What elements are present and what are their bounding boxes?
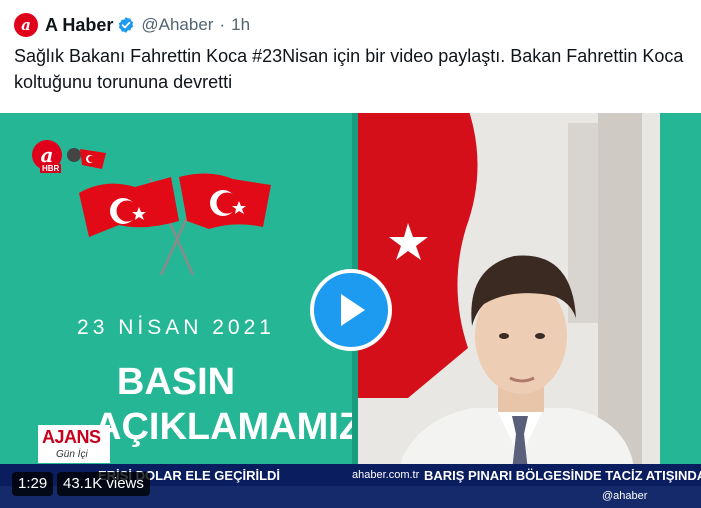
program-subtitle: Gün İçi [56,449,88,460]
logo-hbr-label: HBR [40,164,62,173]
play-button[interactable] [310,269,392,351]
video-player[interactable]: a HBR 23 NİSAN 2021 BASIN AÇIKLAMAMIZ AJ… [0,113,701,508]
play-icon [341,294,365,326]
separator-dot: · [219,15,226,34]
program-name: AJANS [42,427,101,447]
ticker-site: ahaber.com.tr [352,469,420,481]
avatar[interactable]: a [14,13,38,37]
tweet-text: Sağlık Bakanı Fahrettin Koca #23Nisan iç… [14,46,684,92]
avatar-letter: a [21,16,31,34]
verified-badge-icon [119,17,134,33]
video-headline-line-2: AÇIKLAMAMIZ [94,406,363,448]
turkish-flag-icon [79,172,271,275]
ticker-handle: @ahaber [602,490,648,502]
boy-figure [392,255,642,508]
video-headline-line-1: BASIN [116,361,236,403]
author-handle[interactable]: @Ahaber [141,15,213,35]
video-right-edge [660,113,701,508]
program-logo: AJANS Gün İçi [38,425,110,463]
ticker-right-text: BARIŞ PINARI BÖLGESİNDE TACİZ ATIŞINDA B… [424,468,701,483]
video-date-text: 23 NİSAN 2021 [77,316,275,339]
tweet-header: a A Haber @Ahaber · 1h [14,12,250,38]
author-name[interactable]: A Haber [45,15,113,36]
video-duration: 1:29 [12,472,54,496]
timestamp[interactable]: 1h [231,15,250,35]
video-views: 43.1K views [57,472,150,496]
